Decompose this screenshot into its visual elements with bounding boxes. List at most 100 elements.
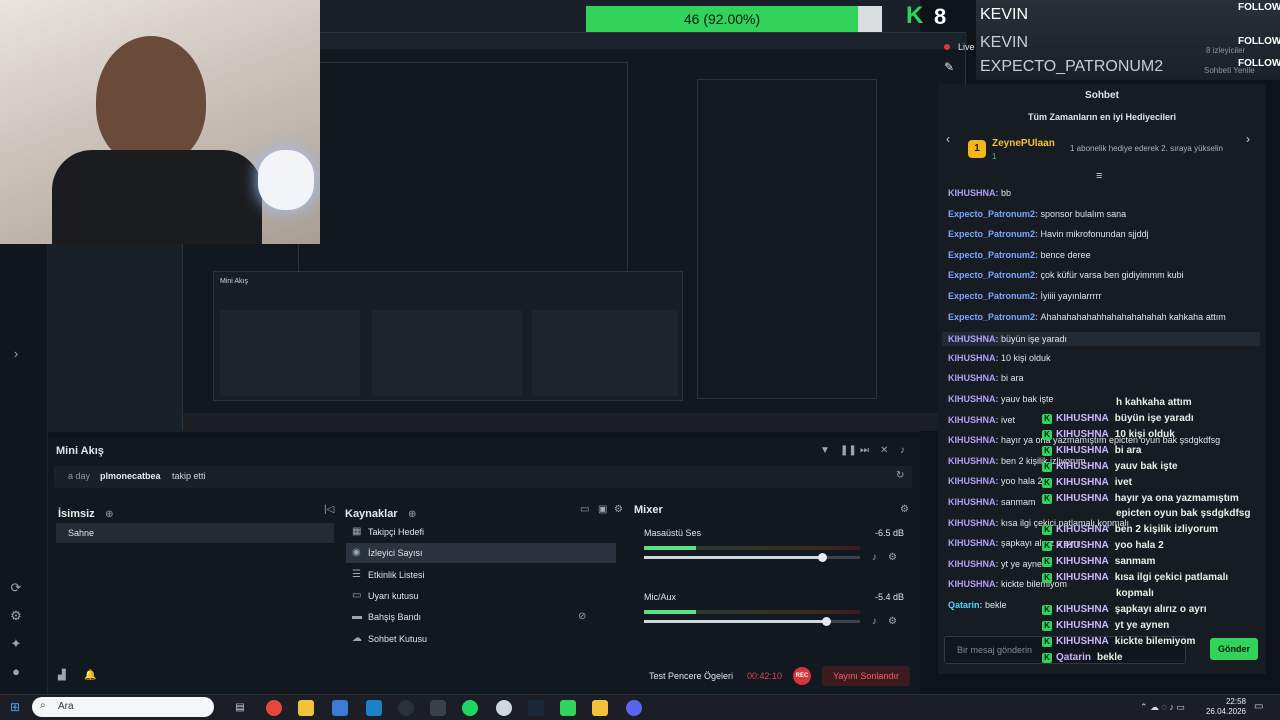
chat-username[interactable]: Expecto_Patronum2: [948, 229, 1041, 239]
pen-app-icon[interactable] [592, 700, 608, 716]
tray-icons[interactable]: ⌃ ☁ ◌ ♪ ▭ [1140, 702, 1185, 713]
github-icon[interactable] [398, 700, 414, 716]
chat-message[interactable]: Qatarin: bekle [948, 600, 1007, 610]
mixer-volume-slider[interactable] [644, 617, 860, 626]
chat-username[interactable]: KIHUSHNA: [948, 435, 1001, 445]
top-gifter-name[interactable]: ZeynePUlaan [992, 138, 1055, 149]
profile-icon[interactable]: ● [8, 664, 24, 680]
chat-message[interactable]: KIHUSHNA: ivet [948, 415, 1015, 425]
chat-username[interactable]: Qatarin: [948, 600, 985, 610]
edge-icon[interactable] [366, 700, 382, 716]
discord-icon[interactable] [626, 700, 642, 716]
streamlabs-icon[interactable] [560, 700, 576, 716]
chat-message[interactable]: Expecto_Patronum2: sponsor bulalım sana [948, 209, 1126, 219]
source-item[interactable]: ☁ Sohbet Kutusu [346, 629, 616, 649]
source-settings-icon[interactable]: ⚙ [614, 504, 623, 515]
chat-message[interactable]: KIHUSHNA: yoo hala 2 [948, 476, 1043, 486]
chat-username[interactable]: Expecto_Patronum2: [948, 209, 1041, 219]
chat-message[interactable]: KIHUSHNA: ben 2 kişilik izliyorum [948, 456, 1086, 466]
chat-username[interactable]: KIHUSHNA: [948, 538, 1001, 548]
studio-mode-icon[interactable]: ⟳ [8, 580, 24, 596]
spotify-icon[interactable] [462, 700, 478, 716]
chat-message[interactable]: KIHUSHNA: hayır ya ona yazmamıştım epict… [948, 435, 1220, 445]
chat-username[interactable]: KIHUSHNA: [948, 476, 1001, 486]
windows-start-icon[interactable]: ⊞ [10, 701, 22, 713]
chat-message[interactable]: KIHUSHNA: yt ye aynen [948, 559, 1047, 569]
mixer-mute-icon[interactable]: ♪ [872, 616, 877, 627]
stats-icon[interactable]: ▟ [58, 670, 66, 681]
chat-username[interactable]: Expecto_Patronum2: [948, 291, 1041, 301]
chat-username[interactable]: KIHUSHNA: [948, 373, 1001, 383]
source-item[interactable]: ◉ İzleyici Sayısı [346, 543, 616, 564]
chat-message[interactable]: Expecto_Patronum2: Havin mikrofonundan s… [948, 229, 1149, 239]
collapse-arrow-icon[interactable]: › [8, 346, 24, 362]
mixer-volume-slider[interactable] [644, 553, 860, 562]
chat-username[interactable]: KIHUSHNA: [948, 518, 1001, 528]
edit-pencil-icon[interactable]: ✎ [944, 60, 954, 74]
steam-icon[interactable] [528, 700, 544, 716]
taskbar-search[interactable]: ⌕ Ara [32, 697, 214, 717]
feed-filter-icon[interactable]: ▼ [820, 445, 830, 456]
chat-message[interactable]: KIHUSHNA: sanmam [948, 497, 1036, 507]
chat-message[interactable]: Expecto_Patronum2: Ahahahahahahhahahahah… [948, 312, 1226, 322]
alert-bell-icon[interactable]: 🔔 [84, 670, 96, 681]
chat-input[interactable]: Bir mesaj gönderin [944, 636, 1186, 664]
chat-message[interactable]: KIHUSHNA: kickte bilemiyom [948, 579, 1067, 589]
chat-message[interactable]: KIHUSHNA: şapkayı alırız o ayrı [948, 538, 1079, 548]
mixer-channel-settings-icon[interactable]: ⚙ [888, 552, 897, 563]
feed-refresh-icon[interactable]: ↻ [896, 470, 904, 481]
capcut-icon[interactable] [430, 700, 446, 716]
feed-clear-icon[interactable]: ✕ [880, 445, 888, 456]
end-stream-button[interactable]: Yayını Sonlandır [822, 666, 910, 686]
obs-icon[interactable] [496, 700, 512, 716]
chat-username[interactable]: Expecto_Patronum2: [948, 250, 1041, 260]
mixer-mute-icon[interactable]: ♪ [872, 552, 877, 563]
feed-skip-icon[interactable]: ⏭ [860, 445, 869, 456]
mixer-channel-settings-icon[interactable]: ⚙ [888, 616, 897, 627]
send-button[interactable]: Gönder [1210, 638, 1258, 660]
hidden-eye-icon[interactable]: ⊘ [578, 611, 586, 622]
store-icon[interactable] [332, 700, 348, 716]
chat-username[interactable]: KIHUSHNA: [948, 188, 1001, 198]
chat-username[interactable]: KIHUSHNA: [948, 497, 1001, 507]
chat-message[interactable]: Expecto_Patronum2: bence deree [948, 250, 1091, 260]
source-item[interactable]: ☰ Etkinlik Listesi [346, 565, 616, 585]
settings-icon[interactable]: ✦ [8, 636, 24, 652]
chat-username[interactable]: KIHUSHNA: [948, 353, 1001, 363]
chat-message[interactable]: Expecto_Patronum2: İyiiii yayınlarrrrr [948, 291, 1102, 301]
source-group-icon[interactable]: ▭ [580, 504, 589, 515]
notifications-icon[interactable]: ▭ [1254, 701, 1263, 712]
source-folder-icon[interactable]: ▣ [598, 504, 607, 515]
chat-username[interactable]: Expecto_Patronum2: [948, 270, 1041, 280]
chat-message[interactable]: Expecto_Patronum2: çok küfür varsa ben g… [948, 270, 1184, 280]
mixer-settings-icon[interactable]: ⚙ [900, 504, 909, 515]
chat-message[interactable]: KIHUSHNA: yauv bak işte [948, 394, 1054, 404]
mixer-volume-knob[interactable] [822, 617, 831, 626]
source-item[interactable]: ▦ Takipçi Hedefi [346, 522, 616, 542]
chat-refresh-link[interactable]: Sohbeti Yenile [1204, 66, 1255, 75]
feed-user[interactable]: plmonecatbea [100, 471, 161, 481]
gifters-prev-icon[interactable]: ‹ [946, 132, 950, 146]
layout-icon[interactable]: ⚙ [8, 608, 24, 624]
feed-mute-icon[interactable]: ♪ [900, 445, 905, 456]
rec-button[interactable]: REC [793, 667, 811, 685]
feed-pause-icon[interactable]: ❚❚ [840, 445, 857, 456]
chrome-icon[interactable] [266, 700, 282, 716]
chat-message[interactable]: KIHUSHNA: kısa ilgi çekici patlamalı kop… [948, 518, 1129, 528]
chat-message[interactable]: KIHUSHNA: bb [948, 188, 1011, 198]
chat-message[interactable]: KIHUSHNA: 10 kişi olduk [948, 353, 1051, 363]
chat-username[interactable]: KIHUSHNA: [948, 415, 1001, 425]
chat-username[interactable]: KIHUSHNA: [948, 579, 1001, 589]
chat-username[interactable]: KIHUSHNA: [948, 456, 1001, 466]
chat-username[interactable]: KIHUSHNA: [948, 559, 1001, 569]
gifters-next-icon[interactable]: › [1246, 132, 1250, 146]
test-widgets-link[interactable]: Test Pencere Ögeleri [649, 671, 733, 681]
chat-message[interactable]: KIHUSHNA: büyün işe yaradı [942, 332, 1260, 347]
chat-username[interactable]: KIHUSHNA: [948, 334, 1001, 344]
source-item[interactable]: ▬ Bahşiş Bandı ⊘ [346, 607, 616, 627]
chat-message[interactable]: KIHUSHNA: bi ara [948, 373, 1024, 383]
add-source-icon[interactable]: ⊕ [408, 509, 416, 520]
chat-username[interactable]: Expecto_Patronum2: [948, 312, 1041, 322]
scene-transition-icon[interactable]: |◁ [324, 504, 334, 515]
scene-item[interactable]: Sahne [56, 523, 334, 543]
